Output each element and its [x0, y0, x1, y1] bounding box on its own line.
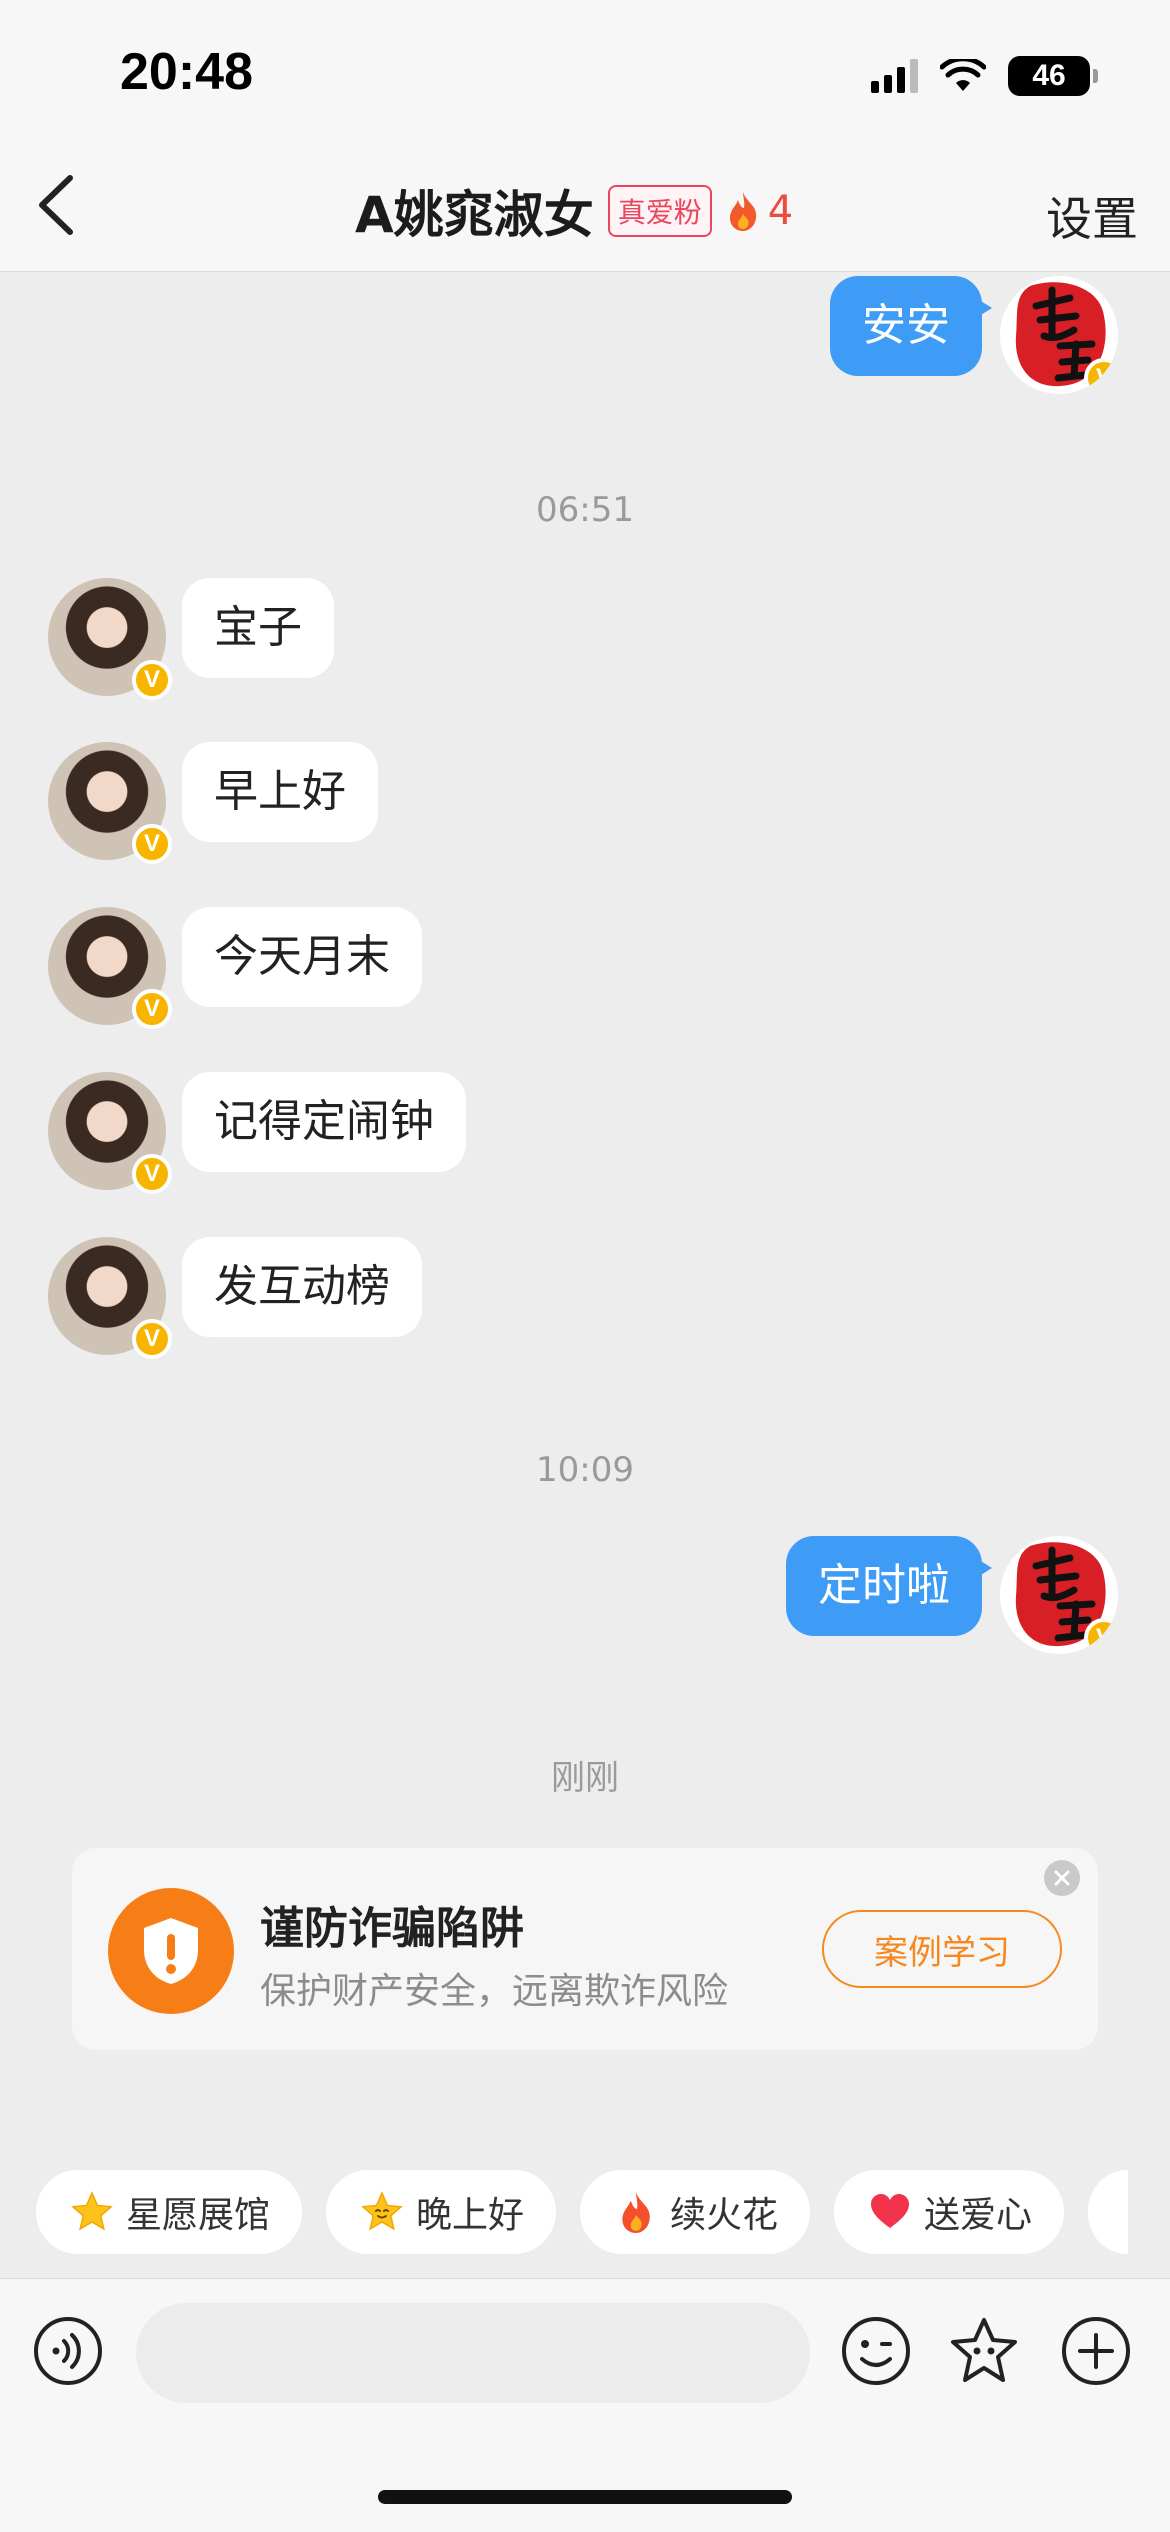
quick-reply-label: 星愿展馆 [126, 2195, 271, 2236]
quick-reply-chip[interactable]: 晚上好 [326, 2170, 557, 2254]
heart-icon [871, 2194, 910, 2228]
voice-icon[interactable] [32, 2315, 104, 2387]
message-row-outgoing: 安安 V [830, 276, 1118, 394]
fraud-warning-card[interactable]: 谨防诈骗陷阱 保护财产安全，远离欺诈风险 案例学习 [72, 1848, 1098, 2050]
home-indicator [378, 2490, 792, 2504]
verified-badge: V [1084, 358, 1118, 394]
message-input[interactable] [136, 2303, 810, 2403]
chat-title[interactable]: A姚窕淑女 真爱粉 4 [355, 175, 793, 247]
battery-icon: 46 [1008, 56, 1098, 96]
avatar[interactable]: V [48, 1237, 172, 1359]
settings-button[interactable]: 设置 [1046, 183, 1138, 249]
fraud-title: 谨防诈骗陷阱 [260, 1903, 524, 1954]
fan-badge[interactable]: 真爱粉 [607, 185, 712, 237]
quick-reply-chip-partial[interactable] [1088, 2170, 1129, 2254]
timestamp: 刚刚 [551, 1758, 619, 1798]
avatar[interactable]: V [1000, 276, 1118, 394]
close-icon[interactable] [1044, 1860, 1080, 1896]
avatar[interactable]: V [1000, 1536, 1118, 1654]
message-bubble[interactable]: 安安 [830, 276, 992, 376]
timestamp: 06:51 [536, 490, 634, 530]
quick-reply-chip[interactable]: 星愿展馆 [36, 2170, 303, 2254]
top-bar: 20:48 46 A姚窕淑女 真爱粉 4 设置 [0, 0, 1170, 272]
spark-count-value: 4 [767, 188, 794, 234]
quick-reply-chip[interactable]: 续火花 [580, 2170, 811, 2254]
message-row-incoming: V 发互动榜 [48, 1237, 422, 1359]
shield-icon [108, 1888, 234, 2014]
fraud-subtitle: 保护财产安全，远离欺诈风险 [260, 1971, 729, 2012]
status-time: 20:48 [120, 43, 253, 101]
fire-icon [622, 2192, 650, 2233]
message-row-outgoing: 定时啦 V [786, 1536, 1118, 1654]
avatar[interactable]: V [48, 578, 172, 700]
fire-icon [729, 192, 756, 231]
contact-name: A姚窕淑女 [355, 186, 594, 244]
back-icon[interactable] [30, 170, 86, 240]
timestamp: 10:09 [536, 1450, 634, 1490]
plus-icon[interactable] [1060, 2315, 1132, 2387]
message-bubble[interactable]: 宝子 [182, 578, 334, 678]
quick-reply-label: 续火花 [670, 2195, 779, 2236]
message-row-incoming: V 早上好 [48, 742, 378, 864]
status-icons: 46 [871, 52, 1098, 100]
star-icon [71, 2191, 113, 2231]
message-row-incoming: V 记得定闹钟 [48, 1072, 466, 1194]
avatar[interactable]: V [48, 742, 172, 864]
star-face-icon [361, 2191, 403, 2231]
sticker-star-icon[interactable] [948, 2315, 1020, 2387]
avatar[interactable]: V [48, 1072, 172, 1194]
wifi-icon [940, 59, 986, 91]
message-bubble[interactable]: 早上好 [182, 742, 378, 842]
message-row-incoming: V 宝子 [48, 578, 334, 700]
cellular-signal-icon [871, 59, 918, 93]
case-study-button[interactable]: 案例学习 [822, 1910, 1062, 1988]
verified-badge: V [1084, 1618, 1118, 1654]
verified-badge: V [132, 660, 172, 700]
quick-reply-chip[interactable]: 送爱心 [834, 2170, 1065, 2254]
quick-reply-bar: 星愿展馆 晚上好 续火花 送爱心 [36, 2170, 1129, 2254]
message-bubble[interactable]: 记得定闹钟 [182, 1072, 466, 1172]
verified-badge: V [132, 1319, 172, 1359]
quick-reply-label: 送爱心 [924, 2195, 1033, 2236]
verified-badge: V [132, 1154, 172, 1194]
message-bubble[interactable]: 今天月末 [182, 907, 422, 1007]
quick-reply-label: 晚上好 [416, 2195, 525, 2236]
verified-badge: V [132, 989, 172, 1029]
avatar[interactable]: V [48, 907, 172, 1029]
message-row-incoming: V 今天月末 [48, 907, 422, 1029]
message-bubble[interactable]: 定时啦 [786, 1536, 992, 1636]
verified-badge: V [132, 824, 172, 864]
spark-count[interactable]: 4 [726, 188, 793, 234]
emoji-icon[interactable] [840, 2315, 912, 2387]
message-bubble[interactable]: 发互动榜 [182, 1237, 422, 1337]
